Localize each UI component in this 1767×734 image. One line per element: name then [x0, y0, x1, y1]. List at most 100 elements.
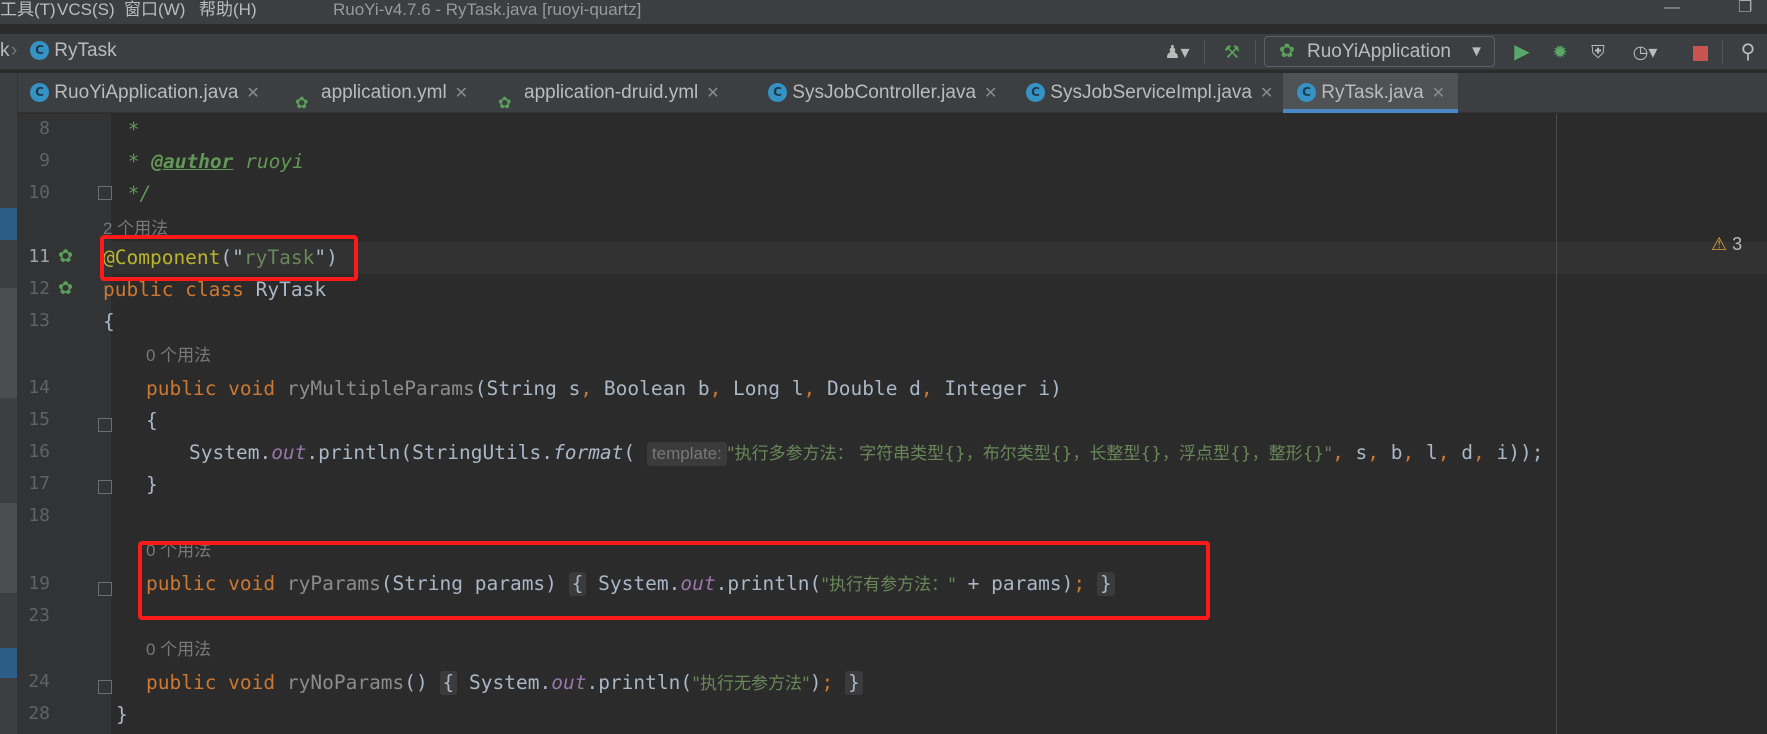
navigation-bar: k › C RyTask ♟▾ ⚒ RuoYiApplication ✿ ▼ ▶…	[0, 34, 1767, 70]
strip-scroll-thumb[interactable]	[0, 288, 17, 398]
debug-bug-icon[interactable]: ✹	[1546, 39, 1574, 65]
class-icon: C	[1026, 83, 1045, 103]
line-number: 15	[28, 409, 50, 430]
breadcrumb-current[interactable]: C RyTask	[30, 40, 117, 62]
window-title: RuoYi-v4.7.6 - RyTask.java [ruoyi-quartz…	[333, 0, 642, 19]
menu-vcs[interactable]: VCS(S)	[57, 0, 115, 24]
tab-ruoyiapplication[interactable]: C RuoYiApplication.java ✕	[30, 73, 280, 113]
line-number: 8	[39, 118, 50, 139]
yaml-icon: ✿	[498, 94, 512, 112]
close-icon[interactable]: ✕	[1432, 85, 1445, 102]
usages-hint[interactable]: 0 个用法	[146, 635, 211, 660]
breadcrumb-current-label: RyTask	[54, 40, 117, 61]
tab-label: SysJobServiceImpl.java	[1050, 82, 1252, 103]
line-number: 23	[28, 605, 50, 626]
close-icon[interactable]: ✕	[246, 85, 259, 102]
close-icon[interactable]: ✕	[706, 85, 719, 102]
spring-bean-icon[interactable]: ✿	[58, 278, 73, 299]
yaml-icon: ✿	[295, 94, 309, 112]
code-line-17: }	[146, 473, 158, 496]
code-line-14: public void ryMultipleParams(String s, B…	[146, 377, 1062, 400]
class-icon: C	[1297, 83, 1316, 103]
code-editor[interactable]: 8 9 10 11 12 13 14 15 16 17 18 19 23 24 …	[18, 114, 1767, 734]
stop-icon[interactable]	[1686, 39, 1714, 65]
line-number: 14	[28, 377, 50, 398]
run-configuration-label: RuoYiApplication	[1307, 41, 1451, 62]
code-line-24: public void ryNoParams() { System.out.pr…	[146, 667, 863, 699]
run-icon[interactable]: ▶	[1508, 39, 1536, 65]
menu-window[interactable]: 窗口(W)	[124, 0, 185, 24]
warning-count[interactable]: ⚠ 3	[1711, 234, 1742, 255]
fold-marker-icon[interactable]	[98, 186, 112, 200]
left-tool-strip[interactable]	[0, 73, 18, 734]
spring-bean-icon[interactable]: ✿	[58, 246, 73, 267]
right-margin-guide	[1556, 114, 1557, 734]
line-number: 13	[28, 310, 50, 331]
tab-label: application-druid.yml	[524, 82, 699, 103]
close-icon[interactable]: ✕	[984, 85, 997, 102]
class-icon: C	[30, 41, 49, 61]
tab-application-druid-yml[interactable]: ✿ application-druid.yml ✕	[496, 73, 720, 113]
user-icon[interactable]: ♟▾	[1159, 39, 1195, 65]
coverage-shield-icon[interactable]: ⛨	[1584, 39, 1612, 65]
tab-sysjobcontroller[interactable]: C SysJobController.java ✕	[768, 73, 1018, 113]
tab-label: RuoYiApplication.java	[54, 82, 239, 103]
line-number: 28	[28, 703, 50, 724]
breadcrumb-previous[interactable]: k	[0, 40, 10, 62]
fold-marker-icon[interactable]	[98, 480, 112, 494]
menu-bar: 工具(T) VCS(S) 窗口(W) 帮助(H) RuoYi-v4.7.6 - …	[0, 0, 1767, 24]
editor-tab-bar: C RuoYiApplication.java ✕ ✿ application.ym…	[18, 73, 1767, 113]
tab-rytask[interactable]: C RyTask.java ✕	[1283, 73, 1458, 113]
build-hammer-icon[interactable]: ⚒	[1218, 39, 1246, 65]
strip-scroll-thumb[interactable]	[0, 503, 17, 593]
strip-highlight	[0, 208, 17, 240]
code-line-15: {	[146, 409, 158, 432]
line-number: 17	[28, 473, 50, 494]
tab-label: application.yml	[321, 82, 447, 103]
minimize-icon[interactable]: —	[1664, 0, 1680, 16]
class-icon: C	[30, 83, 49, 103]
fold-marker-icon[interactable]	[98, 582, 112, 596]
code-line-10: */	[116, 182, 152, 205]
toolbar-separator	[1204, 40, 1205, 64]
class-icon: C	[768, 83, 787, 103]
profiler-icon[interactable]: ◷▾	[1620, 39, 1670, 65]
breadcrumb-separator-icon: ›	[11, 40, 18, 61]
toolbar-separator	[1722, 40, 1723, 64]
run-configuration-select[interactable]: RuoYiApplication ✿ ▼	[1264, 36, 1495, 67]
spring-boot-icon: ✿	[1279, 41, 1295, 62]
highlight-box-ryparams	[138, 541, 1210, 620]
code-line-16: System.out.println(StringUtils.format( t…	[189, 441, 1544, 466]
code-line-28: }	[116, 703, 128, 726]
code-line-8: *	[116, 118, 140, 141]
line-number: 10	[28, 182, 50, 203]
code-line-13: {	[103, 310, 115, 333]
toolbar-separator	[1255, 40, 1256, 64]
usages-hint[interactable]: 0 个用法	[146, 341, 211, 366]
close-icon[interactable]: ✕	[455, 85, 468, 102]
line-number: 19	[28, 573, 50, 594]
close-icon[interactable]: ✕	[1260, 85, 1273, 102]
line-number: 11	[28, 246, 50, 267]
line-number: 16	[28, 441, 50, 462]
chevron-down-icon: ▼	[1469, 43, 1484, 60]
line-number: 12	[28, 278, 50, 299]
tab-label: SysJobController.java	[792, 82, 977, 103]
search-icon[interactable]: ⚲	[1734, 39, 1762, 65]
line-number: 18	[28, 505, 50, 526]
strip-highlight	[0, 648, 17, 678]
tab-sysjobserviceimpl[interactable]: C SysJobServiceImpl.java ✕	[1026, 73, 1294, 113]
line-number: 9	[39, 150, 50, 171]
code-line-9: * @author ruoyi	[116, 150, 304, 173]
menu-help[interactable]: 帮助(H)	[199, 0, 257, 24]
line-number: 24	[28, 671, 50, 692]
highlight-box-component	[100, 235, 358, 281]
restore-icon[interactable]: ❐	[1738, 0, 1752, 16]
tab-label: RyTask.java	[1321, 82, 1424, 103]
warning-icon: ⚠	[1711, 234, 1728, 254]
fold-marker-icon[interactable]	[98, 680, 112, 694]
parameter-hint: template:	[646, 442, 727, 466]
fold-marker-icon[interactable]	[98, 418, 112, 432]
tab-application-yml[interactable]: ✿ application.yml ✕	[293, 73, 478, 113]
menu-tools[interactable]: 工具(T)	[0, 0, 56, 24]
